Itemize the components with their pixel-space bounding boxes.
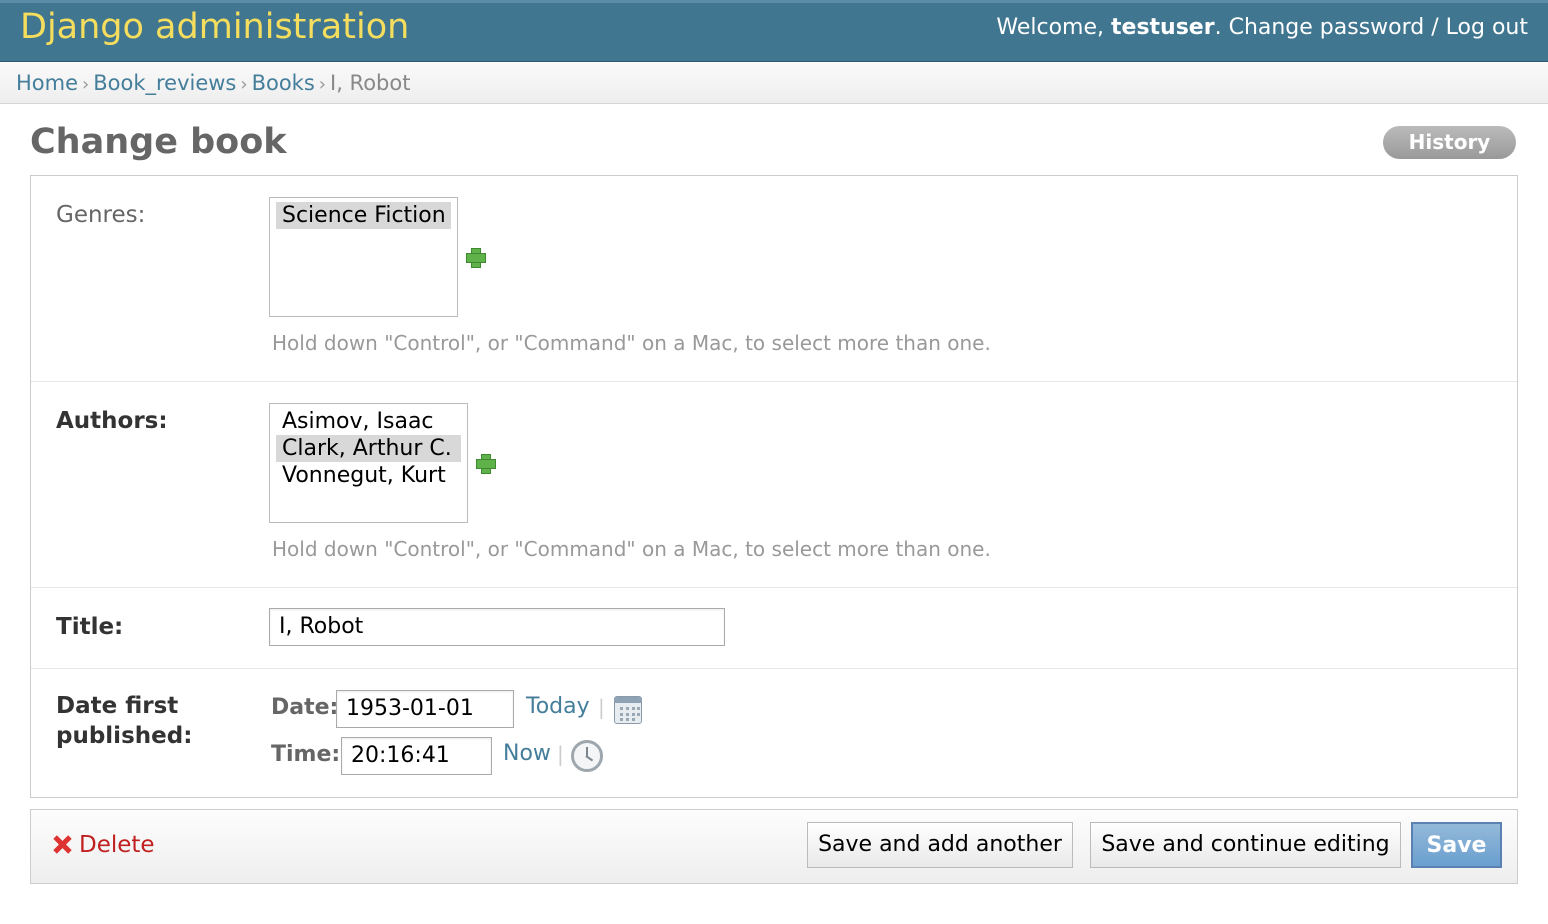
- genres-option[interactable]: Science Fiction: [276, 202, 451, 229]
- save-and-add-another-button[interactable]: Save and add another: [807, 822, 1073, 868]
- shortcut-separator: |: [598, 695, 605, 719]
- book-form-fieldset: Genres: Science Fiction Hold down "Contr…: [30, 175, 1518, 798]
- authors-option[interactable]: Clark, Arthur C.: [276, 435, 461, 462]
- shortcut-separator: |: [557, 742, 564, 766]
- title-label: Title:: [56, 614, 124, 640]
- save-and-continue-button[interactable]: Save and continue editing: [1090, 822, 1401, 868]
- genres-select[interactable]: Science Fiction: [269, 197, 458, 317]
- welcome-text: Welcome,: [996, 15, 1111, 40]
- authors-option[interactable]: Vonnegut, Kurt: [276, 462, 461, 489]
- form-row-genres: Genres: Science Fiction Hold down "Contr…: [31, 176, 1517, 382]
- admin-header: Django administration Welcome, testuser.…: [0, 0, 1548, 62]
- breadcrumb-app[interactable]: Book_reviews: [93, 71, 236, 95]
- add-author-icon[interactable]: [475, 453, 496, 474]
- authors-option[interactable]: Asimov, Isaac: [276, 408, 461, 435]
- authors-select[interactable]: Asimov, Isaac Clark, Arthur C. Vonnegut,…: [269, 403, 468, 523]
- breadcrumb-current: I, Robot: [330, 71, 411, 95]
- form-row-title: Title: I, Robot: [31, 588, 1517, 669]
- now-link[interactable]: Now: [503, 741, 551, 766]
- change-password-link[interactable]: Change password: [1229, 15, 1425, 40]
- logout-link[interactable]: Log out: [1446, 15, 1528, 40]
- breadcrumb-home[interactable]: Home: [16, 71, 78, 95]
- delete-label: Delete: [79, 832, 155, 858]
- authors-help-text: Hold down "Control", or "Command" on a M…: [272, 537, 991, 561]
- form-row-date-published: Date first published: Date: 1953-01-01 T…: [31, 669, 1517, 797]
- breadcrumb-model[interactable]: Books: [252, 71, 315, 95]
- breadcrumb-separator: ›: [240, 74, 248, 95]
- add-genre-icon[interactable]: [465, 247, 486, 268]
- genres-label: Genres:: [56, 202, 146, 228]
- date-published-label-line1: Date first: [56, 693, 179, 719]
- welcome-suffix: .: [1214, 15, 1222, 40]
- breadcrumb-separator: ›: [318, 74, 326, 95]
- form-row-authors: Authors: Asimov, Isaac Clark, Arthur C. …: [31, 382, 1517, 588]
- today-link[interactable]: Today: [526, 694, 590, 719]
- user-tools: Welcome, testuser. Change password / Log…: [996, 15, 1528, 40]
- breadcrumb-separator: ›: [82, 74, 90, 95]
- calendar-icon[interactable]: [614, 696, 642, 724]
- delete-link[interactable]: Delete: [53, 832, 155, 858]
- submit-row: Delete Save and add another Save and con…: [30, 809, 1518, 884]
- history-button[interactable]: History: [1383, 126, 1516, 159]
- time-input[interactable]: 20:16:41: [341, 737, 492, 775]
- title-input[interactable]: I, Robot: [269, 608, 725, 646]
- page-title: Change book: [30, 122, 287, 162]
- breadcrumb: Home › Book_reviews › Books › I, Robot: [0, 62, 1548, 104]
- date-sublabel: Date:: [271, 695, 339, 720]
- authors-label: Authors:: [56, 408, 168, 434]
- date-input[interactable]: 1953-01-01: [336, 690, 514, 728]
- username: testuser: [1111, 15, 1215, 40]
- date-published-label: Date first published:: [56, 691, 192, 751]
- user-tools-separator: /: [1431, 15, 1439, 40]
- save-button[interactable]: Save: [1411, 822, 1502, 868]
- genres-help-text: Hold down "Control", or "Command" on a M…: [272, 331, 991, 355]
- time-sublabel: Time:: [271, 742, 341, 767]
- clock-icon[interactable]: [571, 740, 603, 772]
- delete-icon: [53, 835, 71, 853]
- date-published-label-line2: published:: [56, 723, 193, 749]
- site-branding: Django administration: [20, 7, 410, 47]
